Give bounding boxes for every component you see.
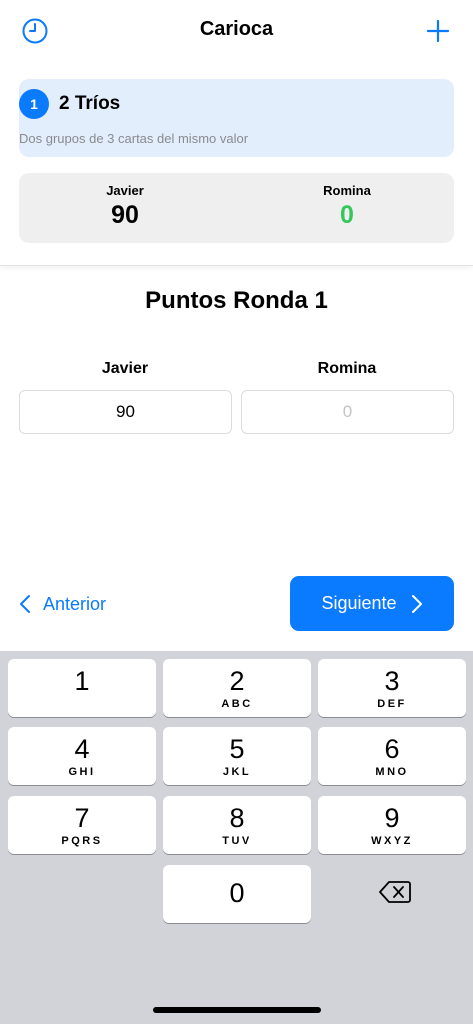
round-description: Dos grupos de 3 cartas del mismo valor bbox=[19, 131, 249, 146]
key-digit: 4 bbox=[74, 734, 90, 764]
total-player-1: Javier 90 bbox=[55, 183, 195, 230]
navigation-bar: Carioca bbox=[0, 0, 473, 64]
key-1[interactable]: 1 bbox=[8, 659, 156, 717]
round-points-title: Puntos Ronda 1 bbox=[145, 287, 328, 314]
total-player-score: 0 bbox=[340, 201, 354, 229]
key-letters: GHI bbox=[68, 766, 96, 778]
key-6[interactable]: 6 MNO bbox=[318, 727, 466, 785]
key-digit: 3 bbox=[384, 666, 400, 696]
key-letters: PQRS bbox=[61, 835, 103, 847]
home-indicator bbox=[153, 1007, 321, 1013]
totals-card: Javier 90 Romina 0 bbox=[19, 173, 454, 243]
total-player-score: 90 bbox=[111, 201, 139, 229]
key-2[interactable]: 2 ABC bbox=[163, 659, 311, 717]
chevron-left-icon bbox=[20, 595, 30, 613]
round-info-card: 1 2 Tríos Dos grupos de 3 cartas del mis… bbox=[19, 79, 454, 157]
backspace-icon bbox=[379, 881, 411, 903]
page-title: Carioca bbox=[199, 18, 274, 40]
score-input-romina[interactable] bbox=[241, 390, 454, 434]
key-digit: 5 bbox=[229, 734, 245, 764]
total-player-name: Javier bbox=[106, 183, 144, 198]
key-digit: 0 bbox=[229, 878, 245, 908]
previous-button-label: Anterior bbox=[43, 593, 107, 614]
next-button-label: Siguiente bbox=[321, 593, 397, 613]
key-7[interactable]: 7 PQRS bbox=[8, 796, 156, 854]
key-letters: TUV bbox=[222, 835, 252, 847]
round-title: 2 Tríos bbox=[59, 93, 121, 114]
key-letters: WXYZ bbox=[371, 835, 413, 847]
total-player-2: Romina 0 bbox=[277, 183, 417, 230]
key-0[interactable]: 0 bbox=[163, 865, 311, 923]
chevron-right-icon bbox=[411, 594, 422, 613]
score-input-javier[interactable] bbox=[19, 390, 232, 434]
total-player-name: Romina bbox=[323, 183, 371, 198]
key-9[interactable]: 9 WXYZ bbox=[318, 796, 466, 854]
key-letters: MNO bbox=[375, 766, 409, 778]
delete-key[interactable] bbox=[377, 874, 413, 910]
player-label-romina: Romina bbox=[317, 360, 377, 377]
key-digit: 9 bbox=[384, 803, 400, 833]
next-button[interactable]: Siguiente bbox=[290, 576, 454, 631]
previous-button[interactable]: Anterior bbox=[19, 584, 106, 624]
add-button[interactable] bbox=[423, 16, 453, 46]
player-label-javier: Javier bbox=[101, 360, 149, 377]
plus-icon bbox=[426, 19, 450, 43]
key-digit: 2 bbox=[229, 666, 245, 696]
key-8[interactable]: 8 TUV bbox=[163, 796, 311, 854]
key-letters: DEF bbox=[377, 698, 407, 710]
key-digit: 7 bbox=[74, 803, 90, 833]
header-panel: Carioca 1 2 Tríos Dos grupos de 3 cartas… bbox=[0, 0, 473, 266]
key-3[interactable]: 3 DEF bbox=[318, 659, 466, 717]
key-digit: 8 bbox=[229, 803, 245, 833]
key-letters: JKL bbox=[222, 766, 252, 778]
key-letters: ABC bbox=[221, 698, 253, 710]
key-digit: 6 bbox=[384, 734, 400, 764]
round-number-badge: 1 bbox=[19, 89, 49, 119]
key-5[interactable]: 5 JKL bbox=[163, 727, 311, 785]
key-4[interactable]: 4 GHI bbox=[8, 727, 156, 785]
key-digit: 1 bbox=[74, 666, 90, 696]
